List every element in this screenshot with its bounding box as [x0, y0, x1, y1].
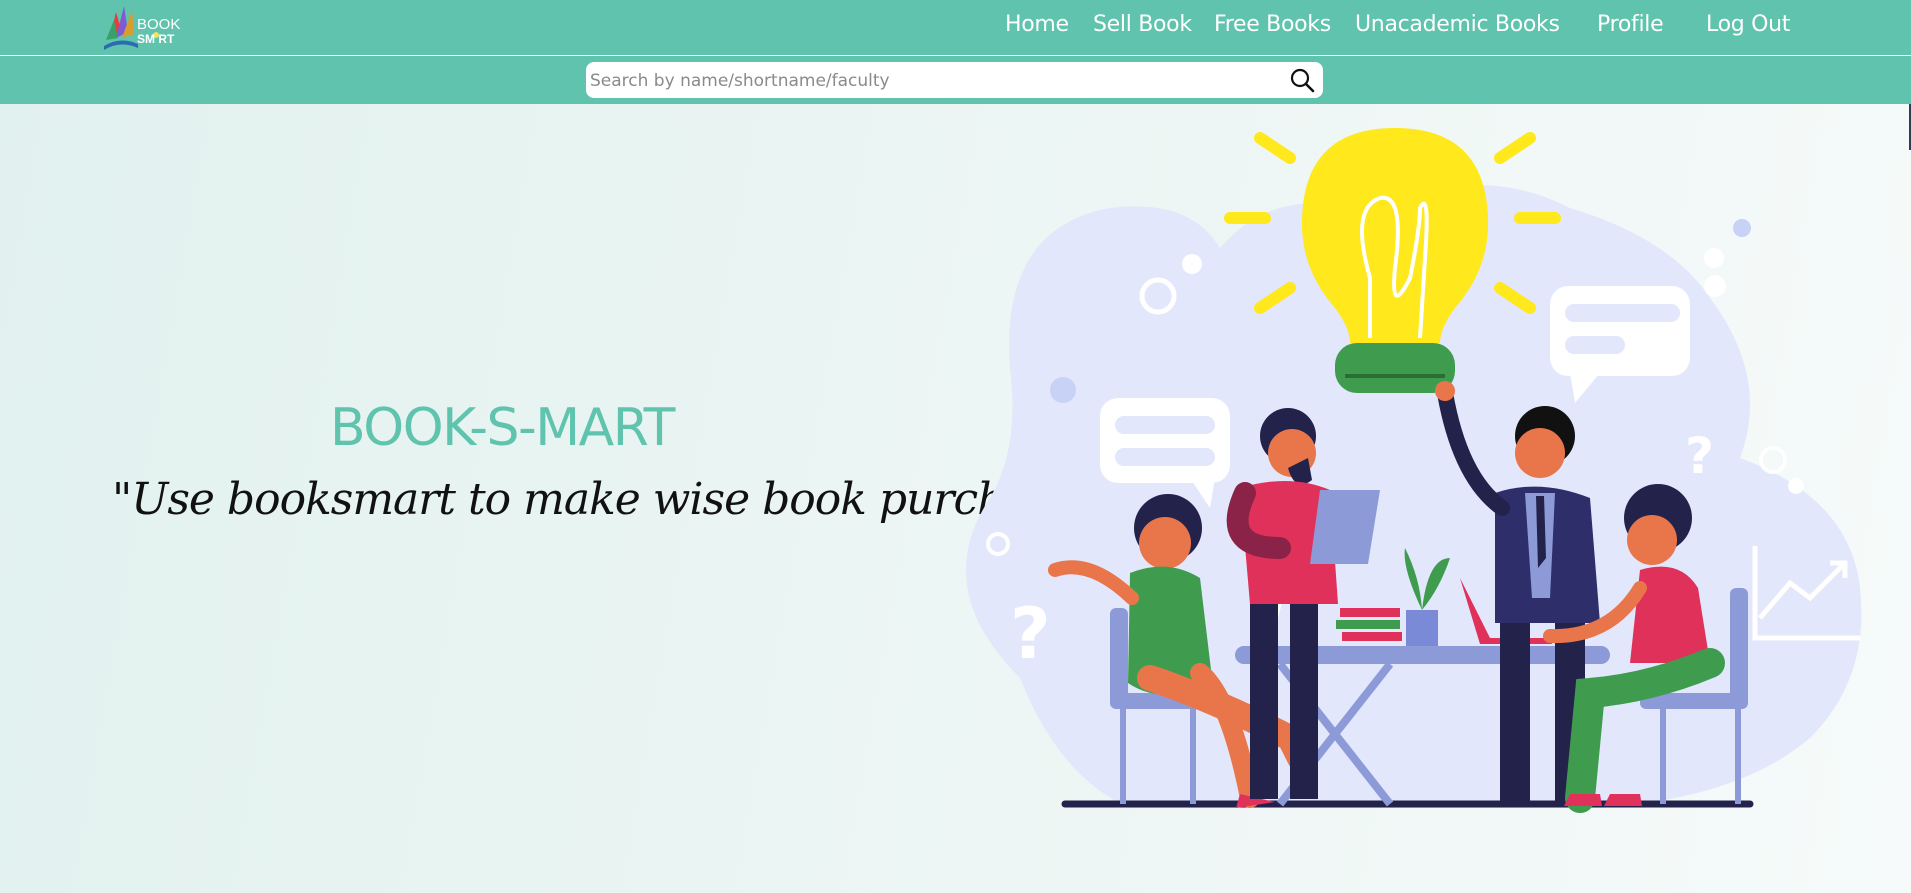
logo-text-smart: SM RT	[137, 32, 175, 46]
nav-home[interactable]: Home	[1005, 12, 1069, 37]
nav-sell-book[interactable]: Sell Book	[1093, 12, 1192, 37]
logo-text-book: BOOK	[137, 16, 181, 33]
nav-logout[interactable]: Log Out	[1706, 12, 1790, 37]
nav-free-books[interactable]: Free Books	[1214, 12, 1331, 37]
top-navbar: BOOK SM RT Home Sell Book Free Books Una…	[0, 0, 1911, 56]
people-meeting-lightbulb-illustration: ? ?	[966, 128, 1862, 813]
svg-text:?: ?	[1010, 593, 1051, 675]
booksmart-logo[interactable]: BOOK SM RT	[102, 2, 194, 52]
search-box	[586, 62, 1323, 98]
search-bar	[0, 56, 1911, 104]
search-input[interactable]	[588, 66, 1272, 96]
nav-profile[interactable]: Profile	[1597, 12, 1664, 37]
search-icon[interactable]	[1289, 67, 1315, 93]
hero-title: BOOK-S-MART	[330, 398, 675, 458]
nav-unacademic-books[interactable]: Unacademic Books	[1355, 12, 1560, 37]
svg-text:?: ?	[1685, 427, 1714, 485]
